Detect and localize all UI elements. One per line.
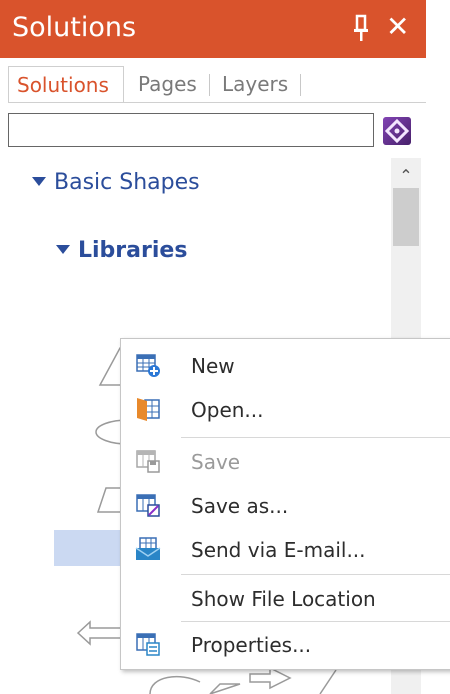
menu-item-open[interactable]: Open... [121, 388, 450, 432]
context-menu: New Open... Save Save as... Send via E-m… [120, 338, 450, 670]
tab-layers[interactable]: Layers [214, 66, 298, 102]
pin-icon[interactable] [352, 14, 370, 42]
menu-item-save-as[interactable]: Save as... [121, 484, 450, 528]
properties-icon [136, 633, 160, 656]
menu-separator [181, 621, 450, 622]
menu-item-label: Save as... [191, 494, 289, 518]
panel-title: Solutions [12, 12, 137, 43]
expand-arrow-icon[interactable] [32, 176, 46, 186]
selected-shape-row[interactable] [54, 530, 124, 566]
menu-item-properties[interactable]: Properties... [121, 623, 450, 667]
menu-separator [181, 574, 450, 575]
search-icon[interactable] [381, 115, 413, 147]
menu-item-send-email[interactable]: Send via E-mail... [121, 528, 450, 572]
menu-item-label: Properties... [191, 633, 312, 657]
tab-pages[interactable]: Pages [130, 66, 204, 102]
scroll-up-icon[interactable]: ⌃ [391, 164, 421, 188]
tab-solutions[interactable]: Solutions [8, 66, 124, 103]
tab-separator [300, 74, 301, 96]
open-icon [137, 398, 160, 421]
menu-item-save[interactable]: Save [121, 440, 450, 484]
menu-item-label: Send via E-mail... [191, 538, 366, 562]
menu-item-label: Save [191, 450, 241, 474]
menu-item-label: Open... [191, 398, 264, 422]
save-as-icon [136, 494, 160, 517]
menu-item-label: Show File Location [191, 587, 376, 611]
tree-label: Libraries [78, 238, 188, 263]
new-icon [136, 354, 160, 377]
email-icon [135, 537, 161, 560]
close-icon[interactable]: ✕ [386, 12, 409, 42]
menu-item-show-file-location[interactable]: Show File Location [121, 577, 450, 621]
tree-label: Basic Shapes [54, 170, 200, 195]
menu-separator [181, 437, 450, 438]
save-icon [136, 450, 160, 473]
tab-separator [209, 74, 210, 96]
expand-arrow-icon[interactable] [56, 244, 70, 254]
tree-libraries[interactable]: Libraries [56, 238, 187, 263]
menu-item-new[interactable]: New [121, 344, 450, 388]
search-input[interactable] [8, 113, 374, 147]
menu-item-label: New [191, 354, 235, 378]
panel-title-bar: Solutions ✕ [0, 0, 426, 58]
shape-left-arrow[interactable] [76, 618, 124, 648]
tree-basic-shapes[interactable]: Basic Shapes [32, 170, 200, 195]
tabs-divider [8, 102, 426, 103]
scroll-thumb[interactable] [393, 188, 419, 246]
